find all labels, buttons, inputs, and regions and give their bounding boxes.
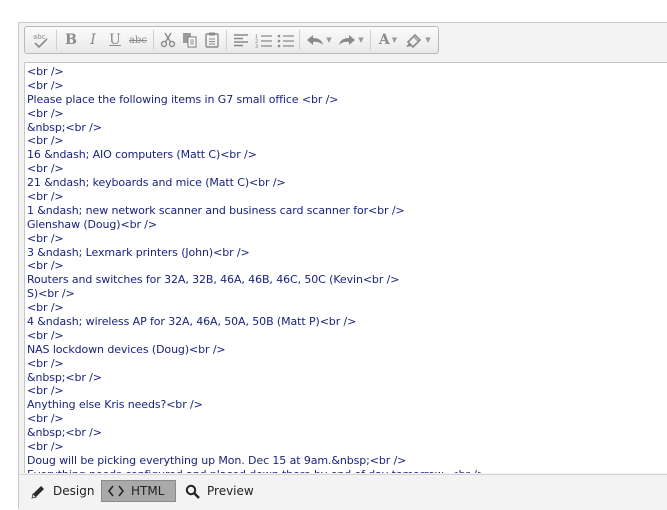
source-line: 16 &ndash; AIO computers (Matt C)<br />: [27, 148, 257, 162]
html-source-area[interactable]: <br /> <br /> Please place the following i…: [24, 62, 667, 473]
align-left-icon: [234, 34, 248, 47]
source-line: <br />: [27, 259, 64, 273]
source-line: Doug will be picking everything up Mon. …: [27, 453, 407, 467]
source-line: S)<br />: [27, 287, 75, 301]
source-line: <br />: [27, 162, 64, 176]
source-line: <br />: [27, 412, 64, 426]
chevron-down-icon: ▼: [391, 36, 398, 44]
source-line: &nbsp;<br />: [27, 370, 102, 384]
source-line: Anything else Kris needs?<br />: [27, 398, 203, 412]
source-line: <br />: [27, 440, 64, 454]
html-source-lines: <br /> <br /> Please place the following i…: [25, 63, 667, 473]
scissors-icon: [160, 32, 176, 48]
toolbar-separator: [153, 30, 154, 50]
magnifier-icon: [185, 484, 200, 499]
pencil-icon: [31, 485, 44, 499]
tab-preview-label: Preview: [207, 484, 254, 498]
paste-button[interactable]: [201, 29, 223, 51]
italic-button[interactable]: I: [82, 29, 104, 51]
toolbar-separator: [370, 30, 371, 50]
source-line: <br />: [27, 65, 64, 78]
font-color-button[interactable]: A ▼: [374, 29, 402, 51]
redo-icon: [339, 35, 356, 45]
editor-mode-bar: Design HTML Preview: [19, 474, 667, 510]
source-line: <br />: [27, 78, 64, 92]
toolbar-separator: [226, 30, 227, 50]
copy-icon: [183, 33, 197, 48]
source-line: NAS lockdown devices (Doug)<br />: [27, 342, 226, 356]
source-line: 3 &ndash; Lexmark printers (John)<br />: [27, 245, 250, 259]
tab-html[interactable]: HTML: [101, 480, 176, 502]
bold-icon: B: [65, 32, 77, 48]
tab-html-label: HTML: [131, 484, 165, 498]
highlight-icon: [406, 33, 422, 48]
source-line: <br />: [27, 356, 64, 370]
source-line: 1 &ndash; new network scanner and busine…: [27, 203, 405, 217]
html-editor: abc B I U abc 1 2 3 ▼ ▼ A ▼ ▼ <br /> <br…: [18, 22, 667, 510]
toolbar-separator: [299, 30, 300, 50]
numbered-list-button[interactable]: 1 2 3: [252, 29, 274, 51]
underline-icon: U: [109, 32, 121, 48]
source-line: <br />: [27, 231, 64, 245]
chevron-down-icon: ▼: [358, 36, 364, 44]
bold-button[interactable]: B: [60, 29, 82, 51]
source-line: &nbsp;<br />: [27, 426, 102, 440]
svg-text:abc: abc: [33, 33, 46, 41]
tab-design[interactable]: Design: [25, 480, 100, 502]
chevron-down-icon: ▼: [326, 36, 332, 44]
source-line: &nbsp;<br />: [27, 120, 102, 134]
undo-icon: [307, 35, 324, 45]
toolbar-separator: [56, 30, 57, 50]
paste-icon: [205, 32, 219, 48]
bullet-list-icon: [277, 34, 294, 47]
cut-button[interactable]: [157, 29, 179, 51]
source-line: Routers and switches for 32A, 32B, 46A, …: [27, 273, 400, 287]
tab-design-label: Design: [53, 484, 95, 498]
source-line: <br />: [27, 328, 64, 342]
source-line: <br />: [27, 106, 64, 120]
source-line: 21 &ndash; keyboards and mice (Matt C)<b…: [27, 176, 286, 190]
undo-button[interactable]: ▼: [303, 29, 335, 51]
editor-toolbar: abc B I U abc 1 2 3 ▼ ▼ A ▼ ▼: [24, 26, 439, 54]
source-line: <br />: [27, 301, 64, 315]
font-color-icon: A: [378, 32, 390, 48]
source-line: Everything needs configured and placed d…: [27, 468, 667, 473]
strikethrough-icon: abc: [129, 34, 147, 46]
source-line: <br />: [27, 384, 64, 398]
strikethrough-button[interactable]: abc: [126, 29, 150, 51]
highlight-button[interactable]: ▼: [402, 29, 434, 51]
source-line: <br />: [27, 190, 64, 204]
chevron-down-icon: ▼: [425, 36, 431, 44]
bullet-list-button[interactable]: [274, 29, 296, 51]
code-icon: [108, 485, 124, 497]
spellcheck-button[interactable]: abc: [29, 29, 53, 51]
source-line: Please place the following items in G7 s…: [27, 92, 339, 106]
source-line: 4 &ndash; wireless AP for 32A, 46A, 50A,…: [27, 315, 357, 329]
align-left-button[interactable]: [230, 29, 252, 51]
redo-button[interactable]: ▼: [335, 29, 367, 51]
copy-button[interactable]: [179, 29, 201, 51]
source-line: Glenshaw (Doug)<br />: [27, 217, 158, 231]
svg-text:3: 3: [255, 44, 258, 48]
tab-preview[interactable]: Preview: [179, 480, 260, 502]
underline-button[interactable]: U: [104, 29, 126, 51]
numbered-list-icon: 1 2 3: [255, 34, 272, 48]
source-line: <br />: [27, 134, 64, 148]
italic-icon: I: [90, 32, 96, 48]
spellcheck-icon: abc: [33, 33, 48, 49]
